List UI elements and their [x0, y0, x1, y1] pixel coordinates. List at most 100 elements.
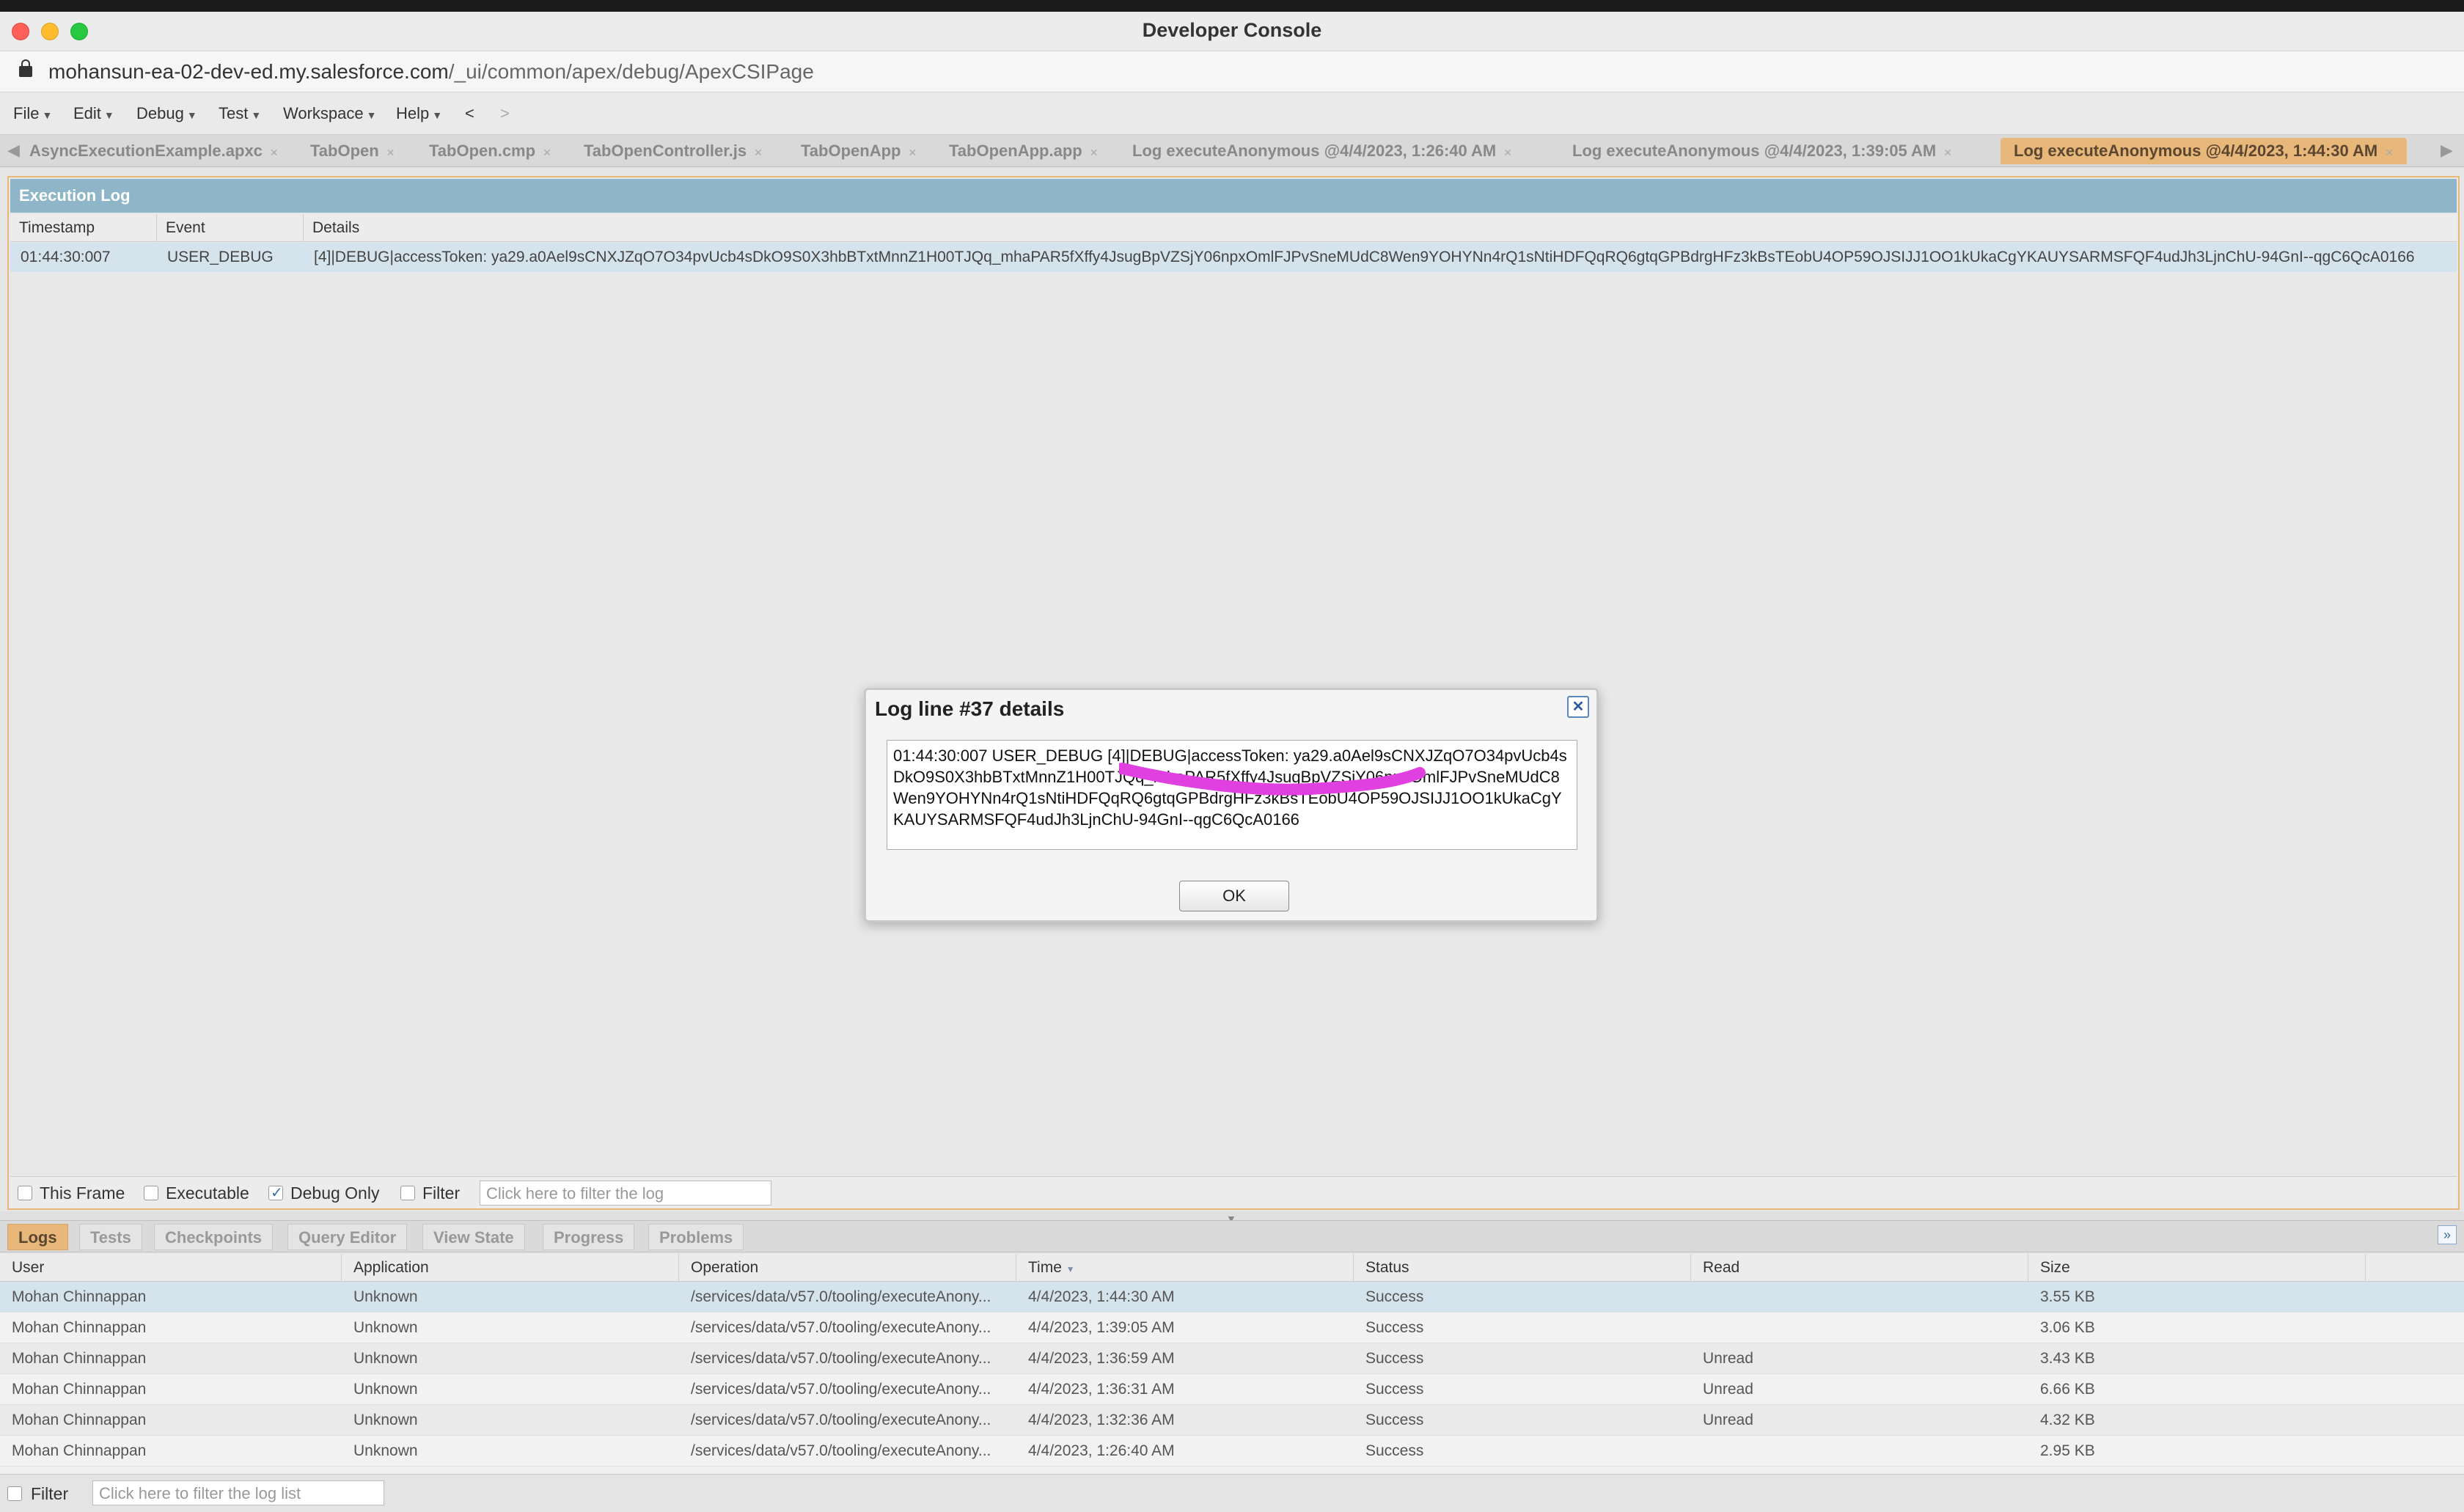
execution-log-header: Execution Log	[10, 179, 2457, 213]
editor-tab-active[interactable]: Log executeAnonymous @4/4/2023, 1:44:30 …	[2001, 138, 2407, 164]
editor-tab[interactable]: TabOpenApp.app ✕	[936, 138, 1111, 164]
row-timestamp: 01:44:30:007	[21, 249, 111, 265]
column-status[interactable]: Status	[1354, 1254, 1691, 1282]
editor-tab[interactable]: Log executeAnonymous @4/4/2023, 1:39:05 …	[1559, 138, 1965, 164]
close-icon[interactable]: ✕	[543, 147, 551, 158]
cell-status: Success	[1365, 1381, 1424, 1398]
cell-time: 4/4/2023, 1:26:40 AM	[1028, 1442, 1175, 1459]
close-icon[interactable]: ✕	[1090, 147, 1099, 158]
cell-status: Success	[1365, 1288, 1424, 1305]
this-frame-checkbox[interactable]	[18, 1186, 32, 1200]
menu-help[interactable]: Help ▼	[396, 104, 442, 123]
column-timestamp[interactable]: Timestamp	[10, 214, 157, 242]
cell-application: Unknown	[353, 1442, 418, 1459]
cell-size: 3.43 KB	[2040, 1350, 2095, 1367]
close-icon[interactable]: ✕	[270, 147, 279, 158]
column-user[interactable]: User	[0, 1254, 342, 1282]
menu-file[interactable]: File ▼	[13, 104, 52, 123]
menu-edit-label: Edit	[73, 104, 101, 122]
debug-only-checkbox[interactable]	[268, 1183, 283, 1202]
close-icon[interactable]: ✕	[1503, 147, 1512, 158]
filter-checkbox[interactable]	[400, 1186, 415, 1200]
column-operation[interactable]: Operation	[679, 1254, 1016, 1282]
editor-tab[interactable]: TabOpenController.js ✕	[571, 138, 776, 164]
menu-test-label: Test	[219, 104, 249, 122]
menu-edit[interactable]: Edit ▼	[73, 104, 114, 123]
close-icon[interactable]: ✕	[386, 147, 395, 158]
this-frame-label: This Frame	[40, 1183, 125, 1203]
column-read[interactable]: Read	[1691, 1254, 2028, 1282]
editor-tab[interactable]: Log executeAnonymous @4/4/2023, 1:26:40 …	[1119, 138, 1525, 164]
url-path: /_ui/common/apex/debug/ApexCSIPage	[448, 60, 814, 83]
table-row[interactable]: Mohan Chinnappan Unknown /services/data/…	[0, 1343, 2464, 1374]
console-menu-bar: File ▼ Edit ▼ Debug ▼ Test ▼ Workspace ▼ Help…	[0, 92, 2464, 135]
editor-tab[interactable]: TabOpenApp ✕	[788, 138, 930, 164]
nav-forward-button[interactable]: >	[500, 104, 510, 123]
menu-workspace[interactable]: Workspace ▼	[283, 104, 377, 123]
menu-debug[interactable]: Debug ▼	[136, 104, 197, 123]
table-row[interactable]: Mohan Chinnappan Unknown /services/data/…	[0, 1313, 2464, 1343]
column-application[interactable]: Application	[342, 1254, 679, 1282]
cell-operation: /services/data/v57.0/tooling/executeAnon…	[691, 1412, 991, 1428]
close-icon[interactable]: ✕	[754, 147, 763, 158]
redaction-stroke	[1119, 763, 1426, 796]
cell-application: Unknown	[353, 1381, 418, 1398]
column-event[interactable]: Event	[157, 214, 304, 242]
table-row[interactable]: Mohan Chinnappan Unknown /services/data/…	[0, 1374, 2464, 1405]
tab-checkpoints[interactable]: Checkpoints	[154, 1224, 274, 1250]
tab-tests[interactable]: Tests	[79, 1224, 142, 1250]
macos-menu-bar	[0, 0, 2464, 12]
execution-log-filter-bar: This Frame Executable Debug Only Filter …	[10, 1176, 2457, 1208]
sort-desc-icon: ▼	[1066, 1264, 1075, 1274]
editor-tab-label: AsyncExecutionExample.apxc	[29, 142, 263, 160]
execution-log-row[interactable]: 01:44:30:007 USER_DEBUG [4]|DEBUG|access…	[10, 243, 2457, 272]
menu-test[interactable]: Test ▼	[219, 104, 261, 123]
log-list-filter-input[interactable]: Click here to filter the log list	[92, 1480, 384, 1505]
chevron-down-icon: ▼	[186, 109, 197, 121]
cell-read: Unread	[1703, 1381, 1753, 1398]
cell-size: 3.06 KB	[2040, 1319, 2095, 1336]
tab-progress[interactable]: Progress	[543, 1224, 635, 1250]
url-host: mohansun-ea-02-dev-ed.my.salesforce.com	[48, 60, 449, 83]
close-icon[interactable]: ✕	[1943, 147, 1952, 158]
nav-back-button[interactable]: <	[465, 104, 474, 123]
column-details[interactable]: Details	[304, 214, 2457, 242]
table-row[interactable]: Mohan Chinnappan Unknown /services/data/…	[0, 1405, 2464, 1436]
log-list-filter-label: Filter	[31, 1484, 69, 1503]
column-size[interactable]: Size	[2028, 1254, 2366, 1282]
tab-query-editor[interactable]: Query Editor	[287, 1224, 408, 1250]
tab-scroll-right-icon[interactable]: ▶	[2441, 141, 2453, 160]
executable-checkbox[interactable]	[144, 1186, 158, 1200]
close-icon[interactable]: ✕	[2385, 147, 2394, 158]
editor-tab[interactable]: TabOpen ✕	[297, 138, 408, 164]
editor-tab[interactable]: AsyncExecutionExample.apxc ✕	[16, 138, 292, 164]
cell-size: 3.55 KB	[2040, 1288, 2095, 1305]
column-time[interactable]: Time ▼	[1016, 1254, 1354, 1282]
tab-problems[interactable]: Problems	[648, 1224, 744, 1250]
close-icon[interactable]: ✕	[1567, 696, 1589, 718]
cell-read: Unread	[1703, 1350, 1753, 1367]
ok-button[interactable]: OK	[1179, 881, 1289, 911]
log-filter-input[interactable]: Click here to filter the log	[480, 1181, 771, 1205]
cell-time: 4/4/2023, 1:39:05 AM	[1028, 1319, 1175, 1336]
cell-status: Success	[1365, 1319, 1424, 1336]
url-text[interactable]: mohansun-ea-02-dev-ed.my.salesforce.com/…	[48, 60, 814, 84]
cell-user: Mohan Chinnappan	[12, 1412, 147, 1428]
editor-tab-label: TabOpen.cmp	[429, 142, 536, 160]
table-row[interactable]: Mohan Chinnappan Unknown /services/data/…	[0, 1436, 2464, 1467]
log-list-filter-checkbox[interactable]	[7, 1486, 22, 1501]
close-icon[interactable]: ✕	[908, 147, 917, 158]
tab-logs[interactable]: Logs	[7, 1224, 68, 1250]
table-row[interactable]: Mohan Chinnappan Unknown /services/data/…	[0, 1282, 2464, 1313]
cell-operation: /services/data/v57.0/tooling/executeAnon…	[691, 1319, 991, 1336]
cell-size: 2.95 KB	[2040, 1442, 2095, 1459]
cell-application: Unknown	[353, 1319, 418, 1336]
editor-tab[interactable]: TabOpen.cmp ✕	[416, 138, 565, 164]
address-bar[interactable]: mohansun-ea-02-dev-ed.my.salesforce.com/…	[0, 51, 2464, 92]
collapse-icon[interactable]: »	[2438, 1225, 2457, 1244]
lock-icon	[19, 59, 32, 77]
tab-view-state[interactable]: View State	[422, 1224, 525, 1250]
cell-size: 4.32 KB	[2040, 1412, 2095, 1428]
log-list-table: User Application Operation Time ▼ Status…	[0, 1254, 2464, 1474]
panel-splitter[interactable]: ▼	[0, 1211, 2464, 1225]
